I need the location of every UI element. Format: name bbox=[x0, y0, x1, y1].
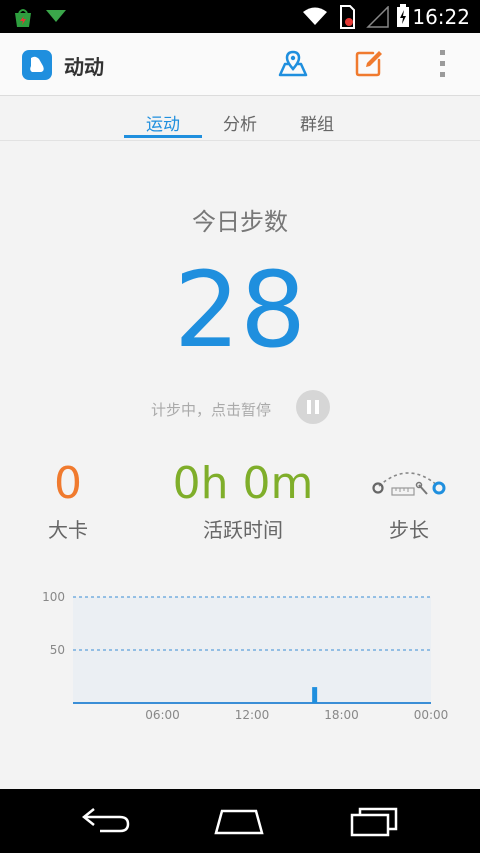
daily-steps-chart: 100 50 06:00 12:00 18:00 00:00 bbox=[42, 590, 449, 722]
pause-row: 计步中，点击暂停 bbox=[0, 390, 480, 424]
chart-x-tick-label: 06:00 bbox=[145, 708, 180, 722]
signal-icon bbox=[366, 6, 389, 28]
status-time: 16:22 bbox=[412, 5, 470, 29]
battery-charging-icon bbox=[397, 4, 409, 27]
tab-groups[interactable]: 群组 bbox=[278, 110, 356, 135]
back-button[interactable] bbox=[80, 803, 134, 839]
counting-status-text: 计步中，点击暂停 bbox=[151, 401, 272, 419]
calories-label: 大卡 bbox=[48, 518, 88, 542]
active-time-value: 0h 0m bbox=[172, 458, 314, 509]
active-tab-indicator bbox=[124, 135, 202, 138]
chart-bar bbox=[312, 687, 318, 703]
steps-label: 今日步数 bbox=[192, 208, 288, 236]
status-bar: 16:22 bbox=[0, 0, 480, 33]
edit-button[interactable] bbox=[352, 47, 386, 81]
app-title: 动动 bbox=[64, 55, 104, 79]
app-logo-icon bbox=[22, 50, 52, 80]
map-button[interactable] bbox=[276, 47, 310, 81]
stride-button[interactable] bbox=[370, 466, 448, 506]
map-icon bbox=[278, 50, 308, 77]
wifi-icon bbox=[303, 7, 327, 25]
home-button[interactable] bbox=[212, 803, 266, 839]
overflow-menu-button[interactable] bbox=[426, 47, 460, 81]
chart-plot-area bbox=[73, 597, 431, 703]
chart-y-tick-label: 50 bbox=[50, 643, 65, 657]
chart-x-tick-label: 12:00 bbox=[235, 708, 270, 722]
stride-label: 步长 bbox=[389, 518, 429, 542]
action-bar: 动动 bbox=[0, 33, 480, 96]
download-notification-icon bbox=[46, 10, 66, 22]
overflow-menu-icon bbox=[440, 50, 445, 77]
chart-x-tick-label: 00:00 bbox=[414, 708, 449, 722]
active-time-label: 活跃时间 bbox=[203, 518, 283, 542]
pause-button[interactable] bbox=[296, 390, 330, 424]
back-icon bbox=[81, 808, 130, 833]
navigation-bar bbox=[0, 789, 480, 853]
home-icon bbox=[214, 809, 264, 835]
steps-count: 28 bbox=[173, 249, 307, 371]
shopping-bag-notification-icon bbox=[15, 9, 31, 27]
tab-exercise[interactable]: 运动 bbox=[124, 110, 202, 135]
tab-analysis[interactable]: 分析 bbox=[201, 110, 279, 135]
recent-apps-button[interactable] bbox=[348, 803, 402, 839]
edit-icon bbox=[355, 51, 382, 77]
tab-bar: 运动 分析 群组 bbox=[0, 96, 480, 141]
stride-icon bbox=[372, 472, 446, 496]
no-sim-icon bbox=[340, 5, 355, 29]
recent-apps-icon bbox=[350, 807, 398, 837]
chart-x-tick-label: 18:00 bbox=[324, 708, 359, 722]
chart-y-tick-label: 100 bbox=[42, 590, 65, 604]
calories-value: 0 bbox=[54, 458, 82, 509]
